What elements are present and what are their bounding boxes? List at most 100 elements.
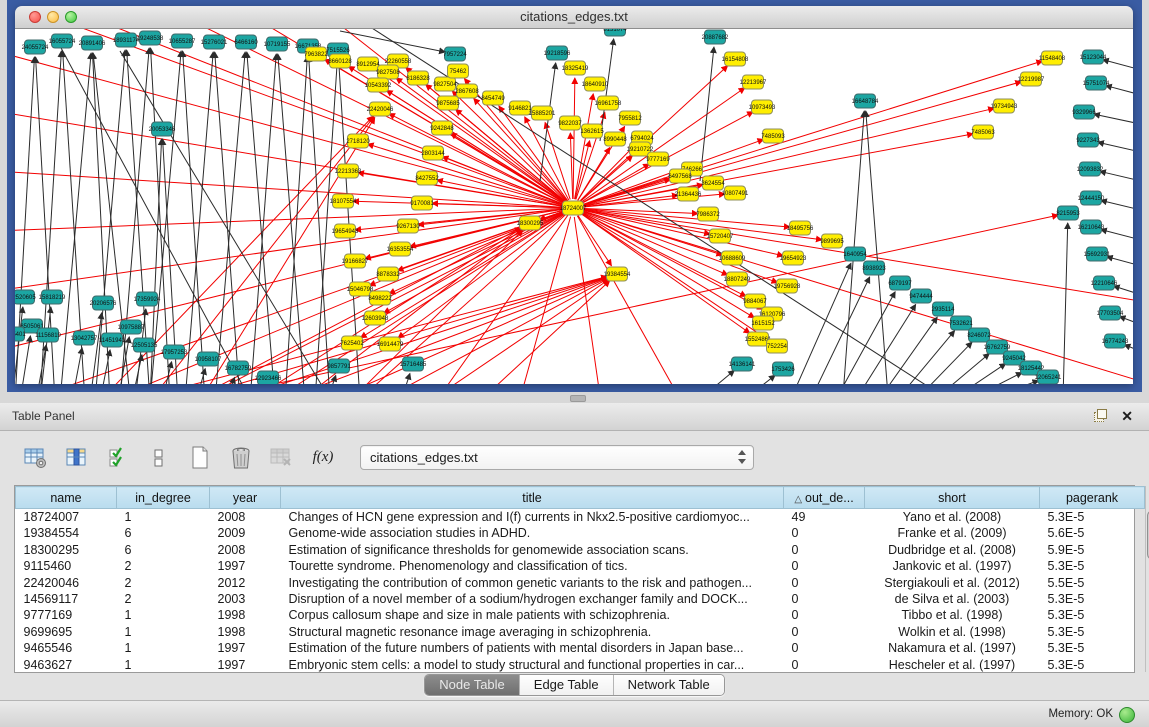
- graph-node[interactable]: 8990448: [603, 132, 627, 146]
- table-scrollbar[interactable]: [1145, 486, 1146, 672]
- graph-node[interactable]: 17359924: [134, 292, 161, 306]
- table-row[interactable]: 969969511998Structural magnetic resonanc…: [16, 624, 1145, 640]
- graph-node[interactable]: 9884067: [743, 294, 767, 308]
- select-columns-button[interactable]: [63, 444, 91, 472]
- graph-node[interactable]: 10655287: [169, 34, 196, 48]
- graph-node[interactable]: 17957253: [161, 345, 188, 359]
- graph-node[interactable]: 16914479: [377, 337, 404, 351]
- graph-node[interactable]: 2935114: [932, 302, 956, 316]
- splitter-handle-icon[interactable]: [570, 395, 586, 402]
- graph-node[interactable]: 11548408: [1039, 51, 1066, 65]
- graph-node[interactable]: 9899695: [820, 234, 844, 248]
- table-row[interactable]: 946554611997Estimation of the future num…: [16, 640, 1145, 656]
- graph-node[interactable]: 7485063: [971, 125, 995, 139]
- graph-node[interactable]: 7625402: [340, 336, 364, 350]
- table-row[interactable]: 1830029562008Estimation of significance …: [16, 542, 1145, 558]
- graph-node[interactable]: 18495756: [787, 221, 814, 235]
- table-settings-button[interactable]: [22, 444, 50, 472]
- graph-node[interactable]: 11451941: [99, 333, 126, 347]
- graph-node[interactable]: 24055724: [22, 40, 49, 54]
- table-row[interactable]: 911546021997Tourette syndrome. Phenomeno…: [16, 558, 1145, 574]
- panel-splitter[interactable]: [0, 392, 1149, 403]
- table-row[interactable]: 1938455462009Genome-wide association stu…: [16, 525, 1145, 541]
- graph-node[interactable]: 8878332: [376, 267, 400, 281]
- graph-node[interactable]: 9857791: [327, 359, 351, 373]
- graph-node[interactable]: 18724007: [560, 201, 587, 215]
- graph-node[interactable]: 11156819: [35, 328, 61, 342]
- graph-node[interactable]: 7485093: [761, 129, 785, 143]
- graph-node[interactable]: 20887682: [702, 30, 729, 44]
- graph-node[interactable]: 17703504: [1097, 306, 1124, 320]
- graph-node[interactable]: 3624554: [701, 176, 725, 190]
- delete-column-button[interactable]: [227, 444, 255, 472]
- graph-node[interactable]: 8246072: [967, 328, 991, 342]
- tab-network-table[interactable]: Network Table: [613, 675, 724, 695]
- table-row[interactable]: 2242004622012Investigating the contribut…: [16, 575, 1145, 591]
- table-source-select[interactable]: citations_edges.txt: [360, 445, 754, 470]
- window-titlebar[interactable]: citations_edges.txt: [15, 6, 1133, 29]
- graph-node[interactable]: 9227343: [1076, 133, 1100, 147]
- graph-node[interactable]: 10975887: [118, 320, 145, 334]
- column-header-short[interactable]: short: [865, 487, 1040, 509]
- graph-node[interactable]: 10973493: [749, 100, 776, 114]
- graph-node[interactable]: 8454749: [481, 91, 505, 105]
- graph-node[interactable]: 16055724: [49, 34, 76, 48]
- graph-node[interactable]: 19166827: [342, 254, 369, 268]
- graph-node[interactable]: 9822037: [558, 116, 582, 130]
- graph-node[interactable]: 9777169: [646, 152, 670, 166]
- float-panel-icon[interactable]: [1094, 409, 1107, 422]
- graph-node[interactable]: 13042757: [71, 331, 98, 345]
- graph-node[interactable]: 6497568: [668, 169, 692, 183]
- graph-node[interactable]: 12065241: [1035, 370, 1062, 384]
- network-canvas[interactable]: 2405572416055724208914061893117419248538…: [15, 29, 1133, 384]
- graph-node[interactable]: 7957224: [443, 47, 467, 61]
- graph-node[interactable]: 16782759: [225, 361, 252, 375]
- graph-node[interactable]: 8938923: [862, 261, 886, 275]
- graph-node[interactable]: 16353554: [387, 242, 414, 256]
- graph-node[interactable]: 12444150: [1078, 191, 1105, 205]
- graph-node[interactable]: 9329966: [1072, 105, 1096, 119]
- graph-node[interactable]: 9827508: [376, 65, 400, 79]
- graph-node[interactable]: 10688609: [719, 251, 746, 265]
- graph-node[interactable]: 15751074: [1083, 76, 1110, 90]
- graph-node[interactable]: 752254: [767, 339, 788, 353]
- graph-node[interactable]: 9267130: [396, 219, 420, 233]
- graph-node[interactable]: 19384554: [604, 267, 631, 281]
- toggle-rows-button[interactable]: [145, 444, 173, 472]
- graph-node[interactable]: 16961758: [595, 96, 622, 110]
- graph-node[interactable]: 8660128: [328, 54, 352, 68]
- graph-node[interactable]: 2803144: [421, 146, 445, 160]
- column-header-pagerank[interactable]: pagerank: [1040, 487, 1145, 509]
- tab-edge-table[interactable]: Edge Table: [519, 675, 613, 695]
- graph-node[interactable]: 16648784: [852, 94, 879, 108]
- graph-node[interactable]: 7986372: [696, 207, 720, 221]
- table-row[interactable]: 977716911998Corpus callosum shape and si…: [16, 607, 1145, 623]
- graph-node[interactable]: 19654943: [332, 224, 359, 238]
- graph-node[interactable]: 9170081: [410, 196, 434, 210]
- graph-node[interactable]: 1615152: [751, 316, 775, 330]
- graph-node[interactable]: 2718120: [346, 134, 370, 148]
- graph-node[interactable]: 9827504: [433, 77, 457, 91]
- graph-node[interactable]: 12093832: [1077, 162, 1104, 176]
- new-column-button[interactable]: [186, 444, 214, 472]
- graph-node[interactable]: 22420046: [367, 102, 394, 116]
- graph-node[interactable]: 7963822: [304, 47, 328, 61]
- graph-node[interactable]: 9875685: [436, 96, 460, 110]
- graph-node[interactable]: 21364436: [675, 187, 702, 201]
- graph-node[interactable]: 1640954: [843, 247, 867, 261]
- graph-node[interactable]: 18300295: [517, 216, 544, 230]
- graph-node[interactable]: 12210646: [1091, 276, 1118, 290]
- column-header-out_de[interactable]: △out_de...: [784, 487, 865, 509]
- graph-node[interactable]: 8131074: [603, 29, 627, 36]
- graph-node[interactable]: 7955812: [618, 111, 642, 125]
- graph-node[interactable]: 12213363: [335, 164, 362, 178]
- graph-node[interactable]: 16154808: [722, 52, 749, 66]
- column-header-name[interactable]: name: [16, 487, 117, 509]
- table-row[interactable]: 946362711997Embryonic stem cells: a mode…: [16, 657, 1145, 673]
- graph-node[interactable]: 16774243: [1102, 334, 1129, 348]
- graph-node[interactable]: 15818219: [39, 290, 66, 304]
- graph-node[interactable]: 18807249: [724, 272, 751, 286]
- graph-node[interactable]: 8427552: [415, 171, 439, 185]
- graph-node[interactable]: 19756928: [774, 279, 801, 293]
- graph-node[interactable]: 3915401: [15, 327, 26, 341]
